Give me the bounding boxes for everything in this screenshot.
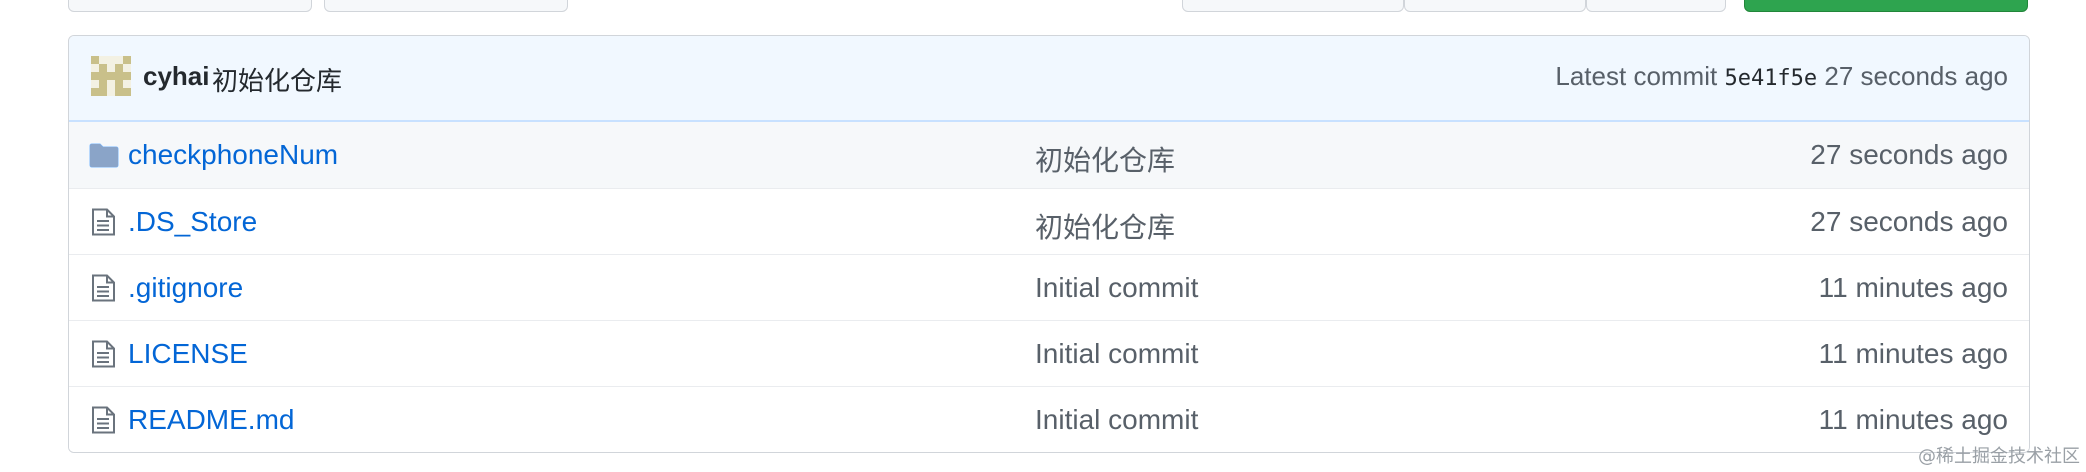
file-row: .gitignore Initial commit 11 minutes ago: [69, 254, 2029, 320]
file-row: checkphoneNum 初始化仓库 27 seconds ago: [69, 122, 2029, 188]
commit-sha-link[interactable]: 5e41f5e: [1724, 66, 1817, 91]
file-commit-message[interactable]: 初始化仓库: [1035, 206, 1175, 246]
branch-select-button[interactable]: [68, 0, 312, 12]
avatar[interactable]: [91, 56, 131, 96]
file-name-link[interactable]: .DS_Store: [128, 206, 257, 238]
top-toolbar: [0, 0, 2086, 16]
file-commit-age: 11 minutes ago: [1818, 404, 2008, 435]
file-row: LICENSE Initial commit 11 minutes ago: [69, 320, 2029, 386]
file-row: .DS_Store 初始化仓库 27 seconds ago: [69, 188, 2029, 254]
file-commit-message[interactable]: Initial commit: [1035, 272, 1198, 304]
folder-icon: [89, 141, 119, 169]
add-file-button[interactable]: [1404, 0, 1586, 12]
file-name-link[interactable]: .gitignore: [128, 272, 243, 304]
commit-age: 27 seconds ago: [1824, 61, 2008, 91]
file-icon: [89, 406, 119, 434]
latest-commit-header: cyhai 初始化仓库 Latest commit 5e41f5e 27 sec…: [69, 36, 2029, 122]
file-name-link[interactable]: checkphoneNum: [128, 139, 338, 171]
download-button[interactable]: [1586, 0, 1726, 12]
file-icon: [89, 340, 119, 368]
file-commit-age: 11 minutes ago: [1818, 338, 2008, 369]
commit-message-link[interactable]: 初始化仓库: [212, 61, 342, 98]
file-commit-message[interactable]: 初始化仓库: [1035, 139, 1175, 179]
file-commit-age: 27 seconds ago: [1810, 139, 2008, 170]
file-name-link[interactable]: LICENSE: [128, 338, 248, 370]
file-commit-age: 27 seconds ago: [1810, 206, 2008, 237]
file-commit-message[interactable]: Initial commit: [1035, 404, 1198, 436]
watermark: @稀土掘金技术社区: [1918, 446, 2080, 467]
branches-button[interactable]: [324, 0, 568, 12]
goto-file-button[interactable]: [1182, 0, 1404, 12]
file-row: README.md Initial commit 11 minutes ago: [69, 386, 2029, 452]
repository-file-list: cyhai 初始化仓库 Latest commit 5e41f5e 27 sec…: [68, 35, 2030, 453]
file-icon: [89, 208, 119, 236]
file-commit-age: 11 minutes ago: [1818, 272, 2008, 303]
latest-commit-label: Latest commit: [1555, 61, 1718, 91]
code-button[interactable]: [1744, 0, 2028, 12]
file-icon: [89, 274, 119, 302]
file-name-link[interactable]: README.md: [128, 404, 294, 436]
latest-commit-info: Latest commit 5e41f5e 27 seconds ago: [1555, 61, 2008, 92]
file-commit-message[interactable]: Initial commit: [1035, 338, 1198, 370]
commit-author-link[interactable]: cyhai: [143, 61, 210, 92]
